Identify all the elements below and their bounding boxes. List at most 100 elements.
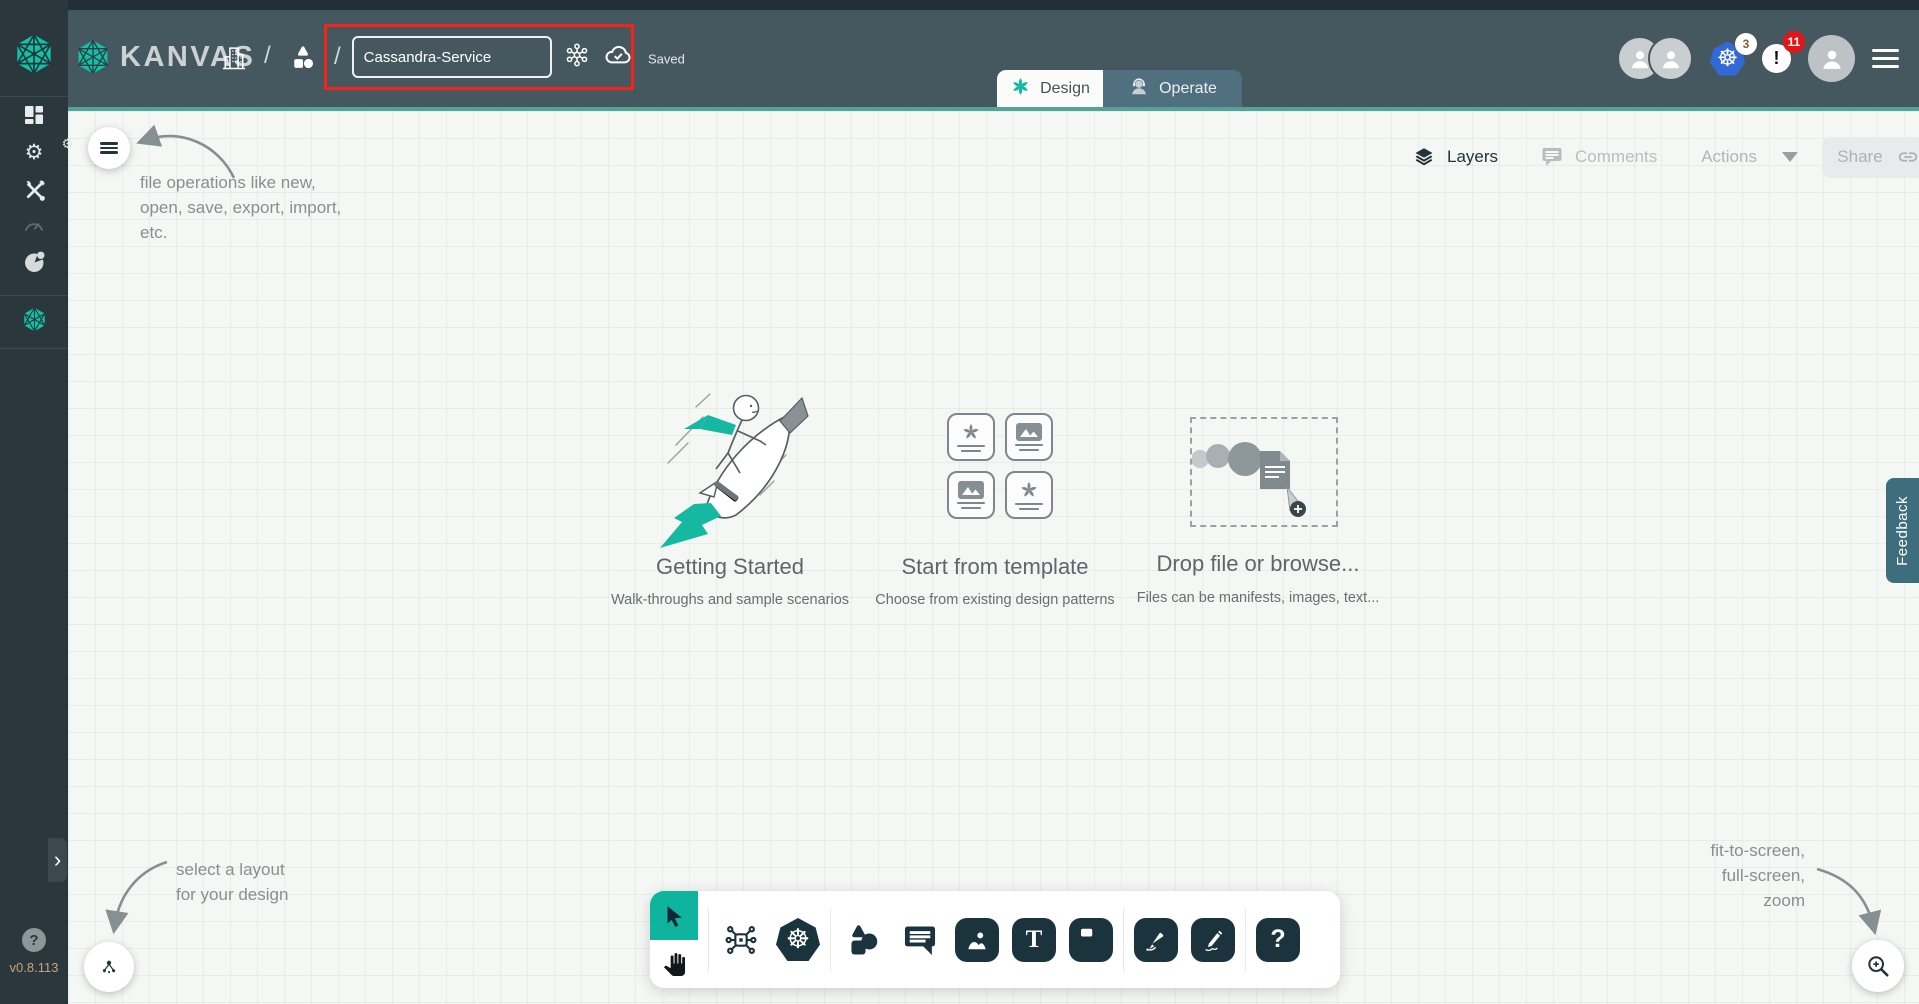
sidebar-item-settings[interactable]: ⚙ ⚙ (0, 136, 74, 165)
component-tools: ☸ (719, 918, 820, 962)
magnifier-plus-icon (1868, 956, 1889, 977)
template-tile-swirl (1005, 471, 1053, 519)
comments-label: Comments (1575, 147, 1658, 166)
help-button[interactable]: ? (22, 928, 46, 952)
hand-icon (663, 952, 685, 976)
layers-label: Layers (1447, 147, 1499, 166)
drop-title[interactable]: Drop file or browse... (1157, 551, 1360, 577)
frame-tool[interactable] (1069, 917, 1113, 962)
sidebar-item-catalog[interactable] (0, 249, 68, 276)
template-thumbnails[interactable] (947, 413, 1053, 519)
zoom-controls-button[interactable] (1852, 940, 1904, 992)
component-tool[interactable] (719, 918, 763, 962)
annotation-select-layout: select a layout for your design (176, 860, 289, 904)
mesh-catalog-icon (24, 251, 45, 272)
link-icon (1898, 152, 1917, 162)
design-swirl-icon (1010, 76, 1031, 102)
comments-toggle[interactable]: Comments (1540, 145, 1657, 169)
layers-toggle[interactable]: Layers (1412, 145, 1498, 169)
pen-tool[interactable] (1134, 917, 1178, 962)
window-top-strip (0, 0, 1919, 10)
design-toolbar: ☸ T ? (650, 891, 1340, 988)
pointer-tools (650, 891, 698, 988)
chevron-down-icon (1781, 152, 1798, 162)
getting-started-subtitle: Walk-throughs and sample scenarios (610, 592, 850, 608)
drop-subtitle: Files can be manifests, images, text... (1136, 590, 1380, 606)
template-tile-image (947, 471, 995, 519)
design-name-input[interactable] (351, 36, 552, 78)
sidebar-expand-button[interactable]: › (48, 838, 67, 882)
kubernetes-tool[interactable]: ☸ (776, 918, 820, 961)
breadcrumb-separator: / (264, 42, 271, 69)
tab-operate[interactable]: Operate (1103, 70, 1242, 107)
select-tool-active[interactable] (650, 891, 698, 940)
pen-icon (1146, 932, 1164, 951)
collaborator-avatars[interactable] (1617, 36, 1693, 81)
content-tools: T (841, 917, 1113, 962)
sketch-tool[interactable] (1191, 917, 1235, 962)
template-title[interactable]: Start from template (901, 554, 1088, 580)
kanvas-app: KANVAS / / Cassandra-Service Saved Desig… (0, 0, 1919, 1004)
draw-tools (1134, 917, 1235, 962)
tab-operate-label: Operate (1159, 79, 1217, 97)
layout-selector-button[interactable] (84, 942, 134, 992)
hamburger-icon (100, 140, 118, 156)
sidebar-item-dashboard[interactable] (0, 103, 68, 127)
feedback-label: Feedback (1894, 495, 1911, 566)
feedback-tab[interactable]: Feedback (1886, 478, 1919, 583)
sidebar-item-kanvas-active[interactable] (0, 306, 68, 333)
workspace-shapes-icon[interactable] (289, 44, 317, 77)
image-tool[interactable] (955, 917, 999, 962)
meshery-logo-icon[interactable] (0, 32, 68, 76)
gauge-icon (25, 222, 43, 231)
chevron-right-icon: › (53, 847, 62, 872)
file-menu-button[interactable] (88, 127, 130, 169)
design-pattern-icon[interactable] (563, 41, 591, 74)
comment-icon (904, 926, 936, 955)
text-tool[interactable]: T (1012, 917, 1056, 962)
template-tile-swirl (947, 413, 995, 461)
app-menu-button[interactable] (1872, 49, 1899, 68)
app-version: v0.8.113 (9, 960, 59, 975)
cloud-saved-icon[interactable] (602, 39, 634, 76)
annotation-arrow-zoom (1816, 867, 1882, 936)
breadcrumb-separator: / (334, 43, 341, 70)
layout-cluster-icon (102, 960, 116, 974)
question-icon: ? (1270, 925, 1286, 953)
mode-tabs: Design Operate (997, 70, 1242, 107)
kanvas-logo-icon (74, 38, 112, 76)
rocket-illustration[interactable] (648, 385, 820, 553)
avatar (1648, 36, 1693, 81)
operate-headset-icon (1128, 75, 1150, 102)
toolbar-help-button[interactable]: ? (1256, 917, 1300, 962)
annotation-arrow-layout (105, 860, 168, 935)
kubernetes-context-count: 3 (1735, 32, 1757, 55)
shapes-icon (851, 924, 878, 955)
tools-icon (25, 180, 45, 201)
sidebar-item-performance[interactable] (0, 214, 68, 238)
cursor-icon (667, 905, 682, 927)
actions-label: Actions (1701, 147, 1757, 166)
template-tile-image (1005, 413, 1053, 461)
kubernetes-context-button[interactable]: ☸ 3 (1710, 32, 1757, 76)
comment-tool[interactable] (898, 918, 942, 962)
drop-file-zone[interactable] (1190, 417, 1338, 527)
annotation-file-operations: file operations like new, open, save, ex… (140, 173, 342, 242)
tab-design-label: Design (1040, 79, 1090, 97)
pan-tool[interactable] (650, 940, 698, 988)
question-icon: ? (29, 931, 39, 949)
tab-design[interactable]: Design (997, 70, 1103, 107)
dashboard-icon (25, 106, 43, 124)
image-icon (968, 932, 986, 949)
organization-icon[interactable] (220, 44, 248, 77)
actions-dropdown[interactable]: Actions (1701, 147, 1798, 167)
sidebar-item-toolbox[interactable] (0, 178, 68, 203)
getting-started-title[interactable]: Getting Started (656, 554, 804, 580)
share-button[interactable]: Share (1821, 136, 1919, 178)
gears-icon: ⚙ ⚙ (24, 136, 74, 164)
notification-count: 11 (1783, 31, 1805, 53)
shapes-tool[interactable] (841, 918, 885, 962)
notifications-button[interactable]: ! 11 (1762, 31, 1805, 73)
user-avatar[interactable] (1808, 35, 1855, 82)
app-header: KANVAS / / Cassandra-Service Saved Desig… (68, 10, 1919, 107)
